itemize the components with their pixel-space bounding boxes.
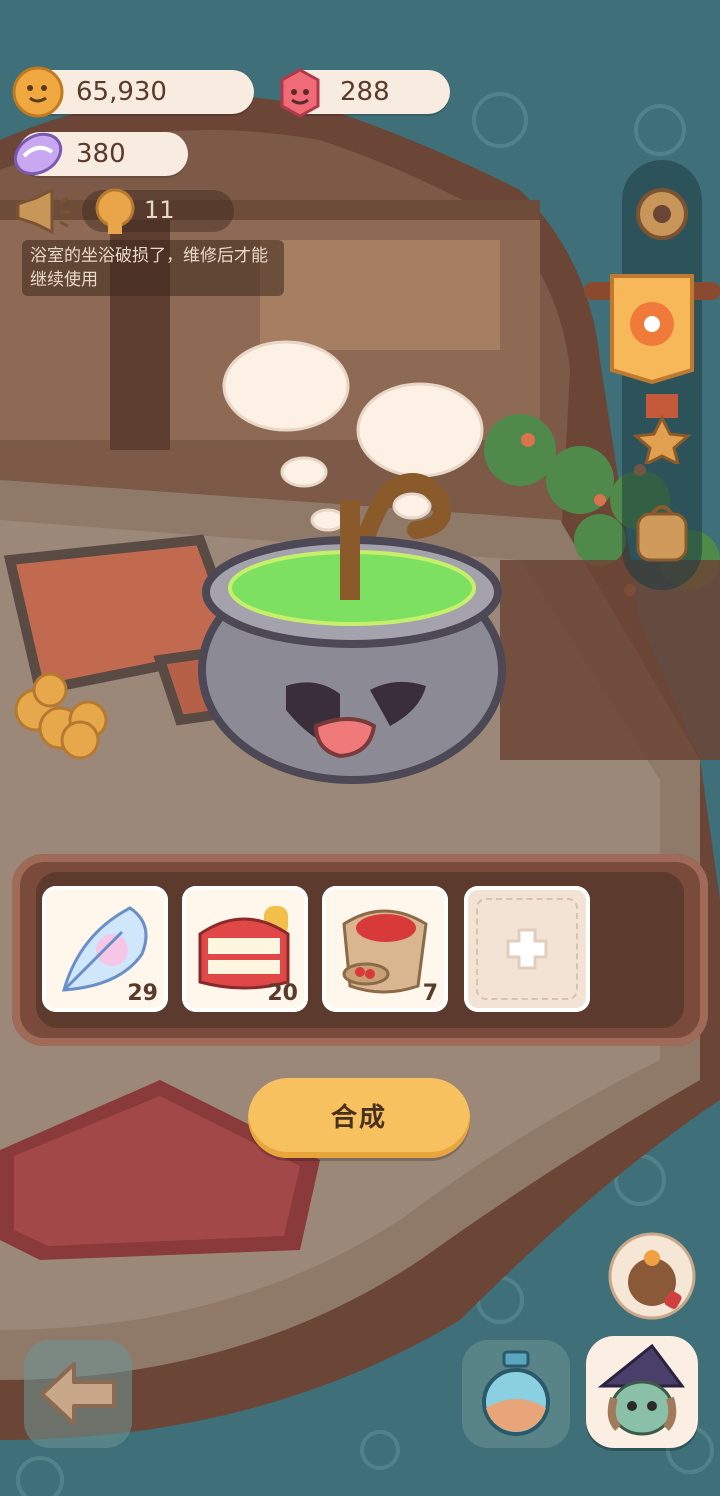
gear-icon[interactable]	[630, 182, 694, 246]
potion-icon	[482, 1350, 550, 1436]
ingredient-slot[interactable]: 7	[322, 886, 448, 1012]
add-ingredient-slot[interactable]	[464, 886, 590, 1012]
backpack-icon[interactable]	[632, 500, 692, 564]
add-slot-icon	[506, 928, 548, 970]
crystal-candy-icon	[13, 132, 63, 176]
npc-bear-icon[interactable]	[606, 1230, 698, 1322]
game-scene: 65,930 288 380 11 浴室的坐浴破损了，维修后才能继续使用 29 …	[0, 0, 720, 1496]
ingredient-count: 7	[422, 981, 438, 1006]
back-button[interactable]	[24, 1340, 132, 1448]
coin-amount: 65,930	[76, 77, 167, 107]
cookie-count: 11	[144, 196, 175, 224]
megaphone-icon	[16, 188, 70, 234]
storage-tab-button[interactable]	[584, 274, 720, 384]
medal-icon[interactable]	[632, 394, 692, 464]
cookie-coin-icon	[12, 66, 64, 118]
potion-button[interactable]	[462, 1340, 570, 1448]
witch-character-button[interactable]	[586, 1336, 698, 1448]
cookie-character-icon	[95, 188, 135, 234]
notice-bar[interactable]: 11	[12, 186, 234, 236]
crafting-tray: 29 20 7	[12, 854, 708, 1046]
ingredient-count: 20	[267, 981, 298, 1006]
arrow-left-icon	[40, 1362, 116, 1426]
repair-notice-text: 浴室的坐浴破损了，维修后才能继续使用	[22, 240, 284, 296]
crystal-amount: 380	[76, 139, 126, 169]
craft-button[interactable]: 合成	[248, 1078, 470, 1158]
ingredient-count: 29	[127, 981, 158, 1006]
cauldron-illustration[interactable]	[190, 330, 520, 790]
ingredient-slot[interactable]: 29	[42, 886, 168, 1012]
gem-amount: 288	[340, 77, 390, 107]
pink-gem-icon	[280, 68, 320, 118]
ingredient-slot[interactable]: 20	[182, 886, 308, 1012]
witch-icon	[597, 1343, 685, 1436]
